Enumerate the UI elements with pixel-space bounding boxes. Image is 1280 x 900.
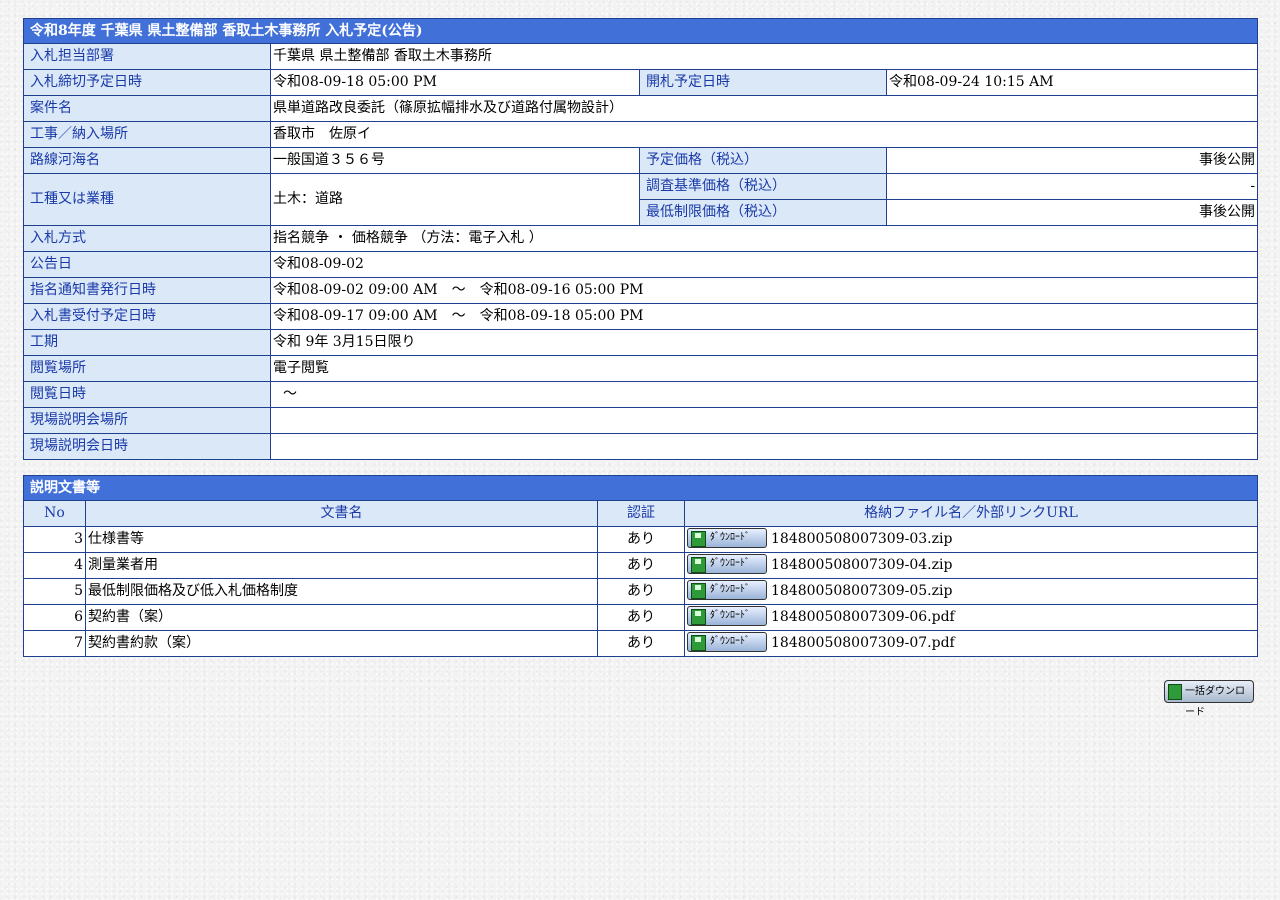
doc-no: 6 (23, 604, 86, 631)
min-price-label: 最低制限価格（税込） (639, 199, 887, 226)
place-value: 香取市 佐原イ (269, 121, 1259, 148)
accept-value: 令和08-09-17 09:00 AM ～ 令和08-09-18 05:00 P… (269, 303, 1259, 330)
doc-no: 4 (23, 552, 86, 579)
dept-label: 入札担当部署 (23, 43, 271, 70)
download-label: ﾀﾞｳﾝﾛｰﾄﾞ (710, 583, 750, 595)
doc-name: 最低制限価格及び低入札価格制度 (85, 578, 598, 605)
type-label: 工種又は業種 (23, 173, 271, 226)
planned-price-value: 事後公開 (885, 147, 1259, 174)
dept-value: 千葉県 県土整備部 香取土木事務所 (269, 43, 1259, 70)
table-row: 5 最低制限価格及び低入札価格制度 あり ﾀﾞｳﾝﾛｰﾄﾞ 18480050800730… (23, 578, 1258, 605)
type-value: 土木：道路 (270, 173, 640, 226)
doc-name: 仕様書等 (85, 526, 598, 553)
min-price-value: 事後公開 (885, 199, 1259, 226)
nomination-value: 令和08-09-02 09:00 AM ～ 令和08-09-16 05:00 P… (269, 277, 1259, 304)
file-name: 184800508007309-07.pdf (771, 635, 955, 651)
download-label: ﾀﾞｳﾝﾛｰﾄﾞ (710, 609, 750, 621)
header-auth: 認証 (597, 500, 685, 527)
method-value: 指名競争 ・ 価格競争 （方法：電子入札 ） (269, 225, 1259, 252)
site-date-label: 現場説明会日時 (23, 433, 271, 460)
download-button[interactable]: ﾀﾞｳﾝﾛｰﾄﾞ (687, 631, 767, 652)
documents-table: 説明文書等 No 文書名 認証 格納ファイル名／外部リンクURL 3 仕様書等 あり… (23, 475, 1258, 657)
doc-file-cell: ﾀﾞｳﾝﾛｰﾄﾞ 184800508007309-06.pdf (684, 604, 1258, 631)
download-icon (691, 530, 706, 547)
place-label: 工事／納入場所 (23, 121, 271, 148)
download-label: ﾀﾞｳﾝﾛｰﾄﾞ (710, 531, 750, 543)
header-no: No (23, 500, 86, 527)
opening-label: 開札予定日時 (639, 69, 887, 96)
case-label: 案件名 (23, 95, 271, 122)
download-icon (691, 634, 706, 651)
nomination-label: 指名通知書発行日時 (23, 277, 271, 304)
accept-label: 入札書受付予定日時 (23, 303, 271, 330)
bid-info-table: 令和8年度 千葉県 県土整備部 香取土木事務所 入札予定(公告) 入札担当部署 … (22, 18, 1259, 460)
header-file: 格納ファイル名／外部リンクURL (684, 500, 1258, 527)
survey-price-value: - (885, 173, 1259, 200)
table-row: 6 契約書（案） あり ﾀﾞｳﾝﾛｰﾄﾞ 184800508007309-06.pdf (23, 604, 1258, 631)
view-date-value: ～ (269, 381, 1259, 408)
doc-file-cell: ﾀﾞｳﾝﾛｰﾄﾞ 184800508007309-04.zip (684, 552, 1258, 579)
view-place-label: 閲覧場所 (23, 355, 271, 382)
doc-no: 7 (23, 630, 86, 657)
doc-no: 5 (23, 578, 86, 605)
download-label: ﾀﾞｳﾝﾛｰﾄﾞ (710, 557, 750, 569)
bulk-download-button[interactable]: 一括ダウンロード (1164, 680, 1254, 718)
period-label: 工期 (23, 329, 271, 356)
download-icon (691, 582, 706, 599)
file-name: 184800508007309-06.pdf (771, 609, 955, 625)
route-value: 一般国道３５６号 (270, 147, 640, 174)
route-label: 路線河海名 (23, 147, 271, 174)
documents-title: 説明文書等 (23, 475, 1258, 501)
download-button[interactable]: ﾀﾞｳﾝﾛｰﾄﾞ (687, 579, 767, 600)
notice-value: 令和08-09-02 (269, 251, 1259, 278)
planned-price-label: 予定価格（税込） (639, 147, 887, 174)
site-date-value (269, 433, 1259, 460)
page-title: 令和8年度 千葉県 県土整備部 香取土木事務所 入札予定(公告) (22, 18, 1259, 44)
opening-value: 令和08-09-24 10:15 AM (885, 69, 1259, 96)
doc-auth: あり (597, 630, 685, 657)
doc-no: 3 (23, 526, 86, 553)
method-label: 入札方式 (23, 225, 271, 252)
doc-auth: あり (597, 578, 685, 605)
download-icon (691, 556, 706, 573)
table-row: 7 契約書約款（案） あり ﾀﾞｳﾝﾛｰﾄﾞ 184800508007309-07.pd… (23, 630, 1258, 657)
download-icon (1168, 684, 1182, 700)
doc-name: 測量業者用 (85, 552, 598, 579)
file-name: 184800508007309-03.zip (771, 531, 953, 547)
download-label: ﾀﾞｳﾝﾛｰﾄﾞ (710, 635, 750, 647)
doc-auth: あり (597, 526, 685, 553)
doc-file-cell: ﾀﾞｳﾝﾛｰﾄﾞ 184800508007309-03.zip (684, 526, 1258, 553)
doc-auth: あり (597, 604, 685, 631)
download-button[interactable]: ﾀﾞｳﾝﾛｰﾄﾞ (687, 527, 767, 548)
doc-auth: あり (597, 552, 685, 579)
case-value: 県単道路改良委託（篠原拡幅排水及び道路付属物設計） (269, 95, 1259, 122)
period-value: 令和 9年 3月15日限り (269, 329, 1259, 356)
view-date-label: 閲覧日時 (23, 381, 271, 408)
view-place-value: 電子閲覧 (269, 355, 1259, 382)
table-row: 3 仕様書等 あり ﾀﾞｳﾝﾛｰﾄﾞ 184800508007309-03.zip (23, 526, 1258, 553)
deadline-label: 入札締切予定日時 (23, 69, 271, 96)
site-place-label: 現場説明会場所 (23, 407, 271, 434)
bulk-download-label: 一括ダウンロード (1185, 686, 1245, 718)
deadline-value: 令和08-09-18 05:00 PM (270, 69, 640, 96)
download-icon (691, 608, 706, 625)
download-button[interactable]: ﾀﾞｳﾝﾛｰﾄﾞ (687, 605, 767, 626)
doc-name: 契約書約款（案） (85, 630, 598, 657)
download-button[interactable]: ﾀﾞｳﾝﾛｰﾄﾞ (687, 553, 767, 574)
file-name: 184800508007309-04.zip (771, 557, 953, 573)
site-place-value (269, 407, 1259, 434)
doc-name: 契約書（案） (85, 604, 598, 631)
file-name: 184800508007309-05.zip (771, 583, 953, 599)
document-rows: 3 仕様書等 あり ﾀﾞｳﾝﾛｰﾄﾞ 184800508007309-03.zip 4 測量… (23, 526, 1258, 657)
doc-file-cell: ﾀﾞｳﾝﾛｰﾄﾞ 184800508007309-05.zip (684, 578, 1258, 605)
survey-price-label: 調査基準価格（税込） (639, 173, 887, 200)
doc-file-cell: ﾀﾞｳﾝﾛｰﾄﾞ 184800508007309-07.pdf (684, 630, 1258, 657)
notice-label: 公告日 (23, 251, 271, 278)
table-row: 4 測量業者用 あり ﾀﾞｳﾝﾛｰﾄﾞ 184800508007309-04.zip (23, 552, 1258, 579)
header-name: 文書名 (85, 500, 598, 527)
